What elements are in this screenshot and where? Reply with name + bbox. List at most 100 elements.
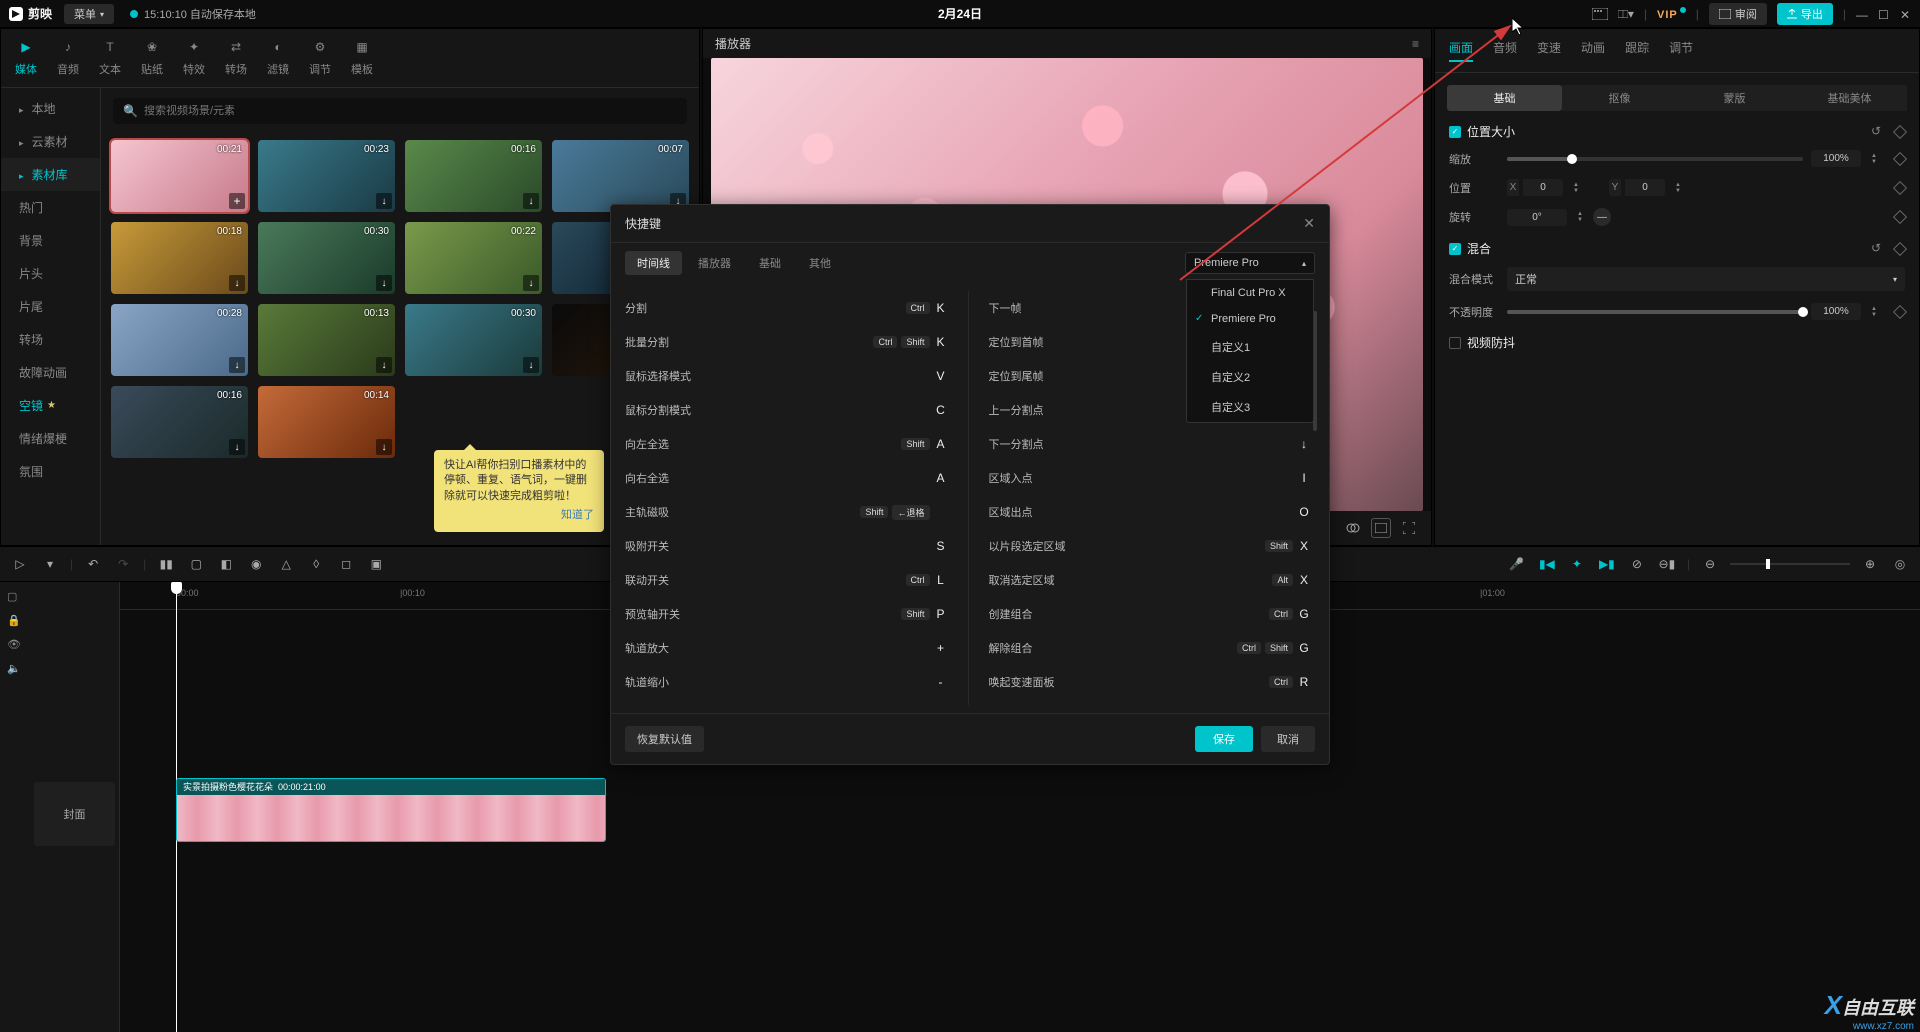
keyframe-icon[interactable] [1893, 124, 1907, 138]
thumbnail-9[interactable]: 00:13↓ [258, 304, 395, 376]
thumbnail-0[interactable]: 00:21+ [111, 140, 248, 212]
cancel-button[interactable]: 取消 [1261, 726, 1315, 752]
crop-icon[interactable]: ◻ [336, 554, 356, 574]
download-icon[interactable]: ↓ [376, 275, 392, 291]
media-tab-3[interactable]: ❀贴纸 [141, 37, 163, 77]
media-tab-5[interactable]: ⇄转场 [225, 37, 247, 77]
zoom-in-icon[interactable]: ⊕ [1860, 554, 1880, 574]
thumbnail-5[interactable]: 00:30↓ [258, 222, 395, 294]
preset-option-2[interactable]: 自定义1 [1187, 332, 1313, 362]
download-icon[interactable]: ↓ [523, 357, 539, 373]
media-tab-6[interactable]: ◐滤镜 [267, 37, 289, 77]
shortcut-row[interactable]: 区域出点O [989, 495, 1312, 529]
thumbnail-13[interactable]: 00:14↓ [258, 386, 395, 458]
sidebar-item-1[interactable]: 云素材 [1, 125, 100, 158]
shortcut-row[interactable]: 批量分割CtrlShiftK [625, 325, 948, 359]
search-box[interactable]: 🔍 [113, 98, 687, 124]
modal-tab-3[interactable]: 其他 [797, 251, 843, 275]
compare-icon[interactable] [1343, 518, 1363, 538]
speed-icon[interactable]: ◉ [246, 554, 266, 574]
video-clip[interactable]: 实景拍摄粉色樱花花朵 00:00:21:00 [176, 778, 606, 842]
prop-subtab-0[interactable]: 基础 [1447, 85, 1562, 111]
maximize-icon[interactable]: ☐ [1878, 8, 1890, 20]
minimize-icon[interactable]: — [1856, 8, 1868, 20]
magnet-main-icon[interactable]: ▮◀ [1537, 554, 1557, 574]
keyframe-icon[interactable] [1893, 210, 1907, 224]
sidebar-item-11[interactable]: 氛围 [1, 455, 100, 488]
shortcut-row[interactable]: 轨道缩小- [625, 665, 948, 699]
blend-mode-select[interactable]: 正常▾ [1507, 267, 1905, 291]
mic-icon[interactable]: 🎤 [1507, 554, 1527, 574]
scale-slider[interactable] [1507, 157, 1803, 161]
crop-left-icon[interactable]: ◧ [216, 554, 236, 574]
thumbnail-6[interactable]: 00:22↓ [405, 222, 542, 294]
save-button[interactable]: 保存 [1195, 726, 1253, 752]
preset-select[interactable]: Premiere Pro ▴ Final Cut Pro XPremiere P… [1185, 252, 1315, 274]
preview-axis-icon[interactable]: ⊖▮ [1657, 554, 1677, 574]
media-tab-2[interactable]: T文本 [99, 37, 121, 77]
zoom-slider[interactable] [1730, 563, 1850, 565]
eye-icon[interactable]: 👁 [7, 638, 23, 654]
scale-stepper[interactable]: ▲▼ [1869, 153, 1879, 165]
prop-subtab-1[interactable]: 抠像 [1562, 85, 1677, 111]
ratio-icon[interactable] [1371, 518, 1391, 538]
mirror-icon[interactable]: ◊ [306, 554, 326, 574]
preset-option-1[interactable]: Premiere Pro [1187, 306, 1313, 332]
sidebar-item-0[interactable]: 本地 [1, 92, 100, 125]
x-stepper[interactable]: ▲▼ [1571, 182, 1581, 194]
export-button[interactable]: 导出 [1777, 3, 1833, 25]
shortcut-row[interactable]: 轨道放大+ [625, 631, 948, 665]
shortcut-row[interactable]: 主轨磁吸Shift←退格 [625, 495, 948, 529]
sidebar-item-6[interactable]: 片尾 [1, 290, 100, 323]
delete-icon[interactable]: ▢ [186, 554, 206, 574]
rotate-stepper[interactable]: ▲▼ [1575, 211, 1585, 223]
keyframe-icon[interactable] [1893, 180, 1907, 194]
y-stepper[interactable]: ▲▼ [1673, 182, 1683, 194]
player-menu-icon[interactable]: ≡ [1412, 37, 1419, 51]
shortcut-row[interactable]: 区域入点I [989, 461, 1312, 495]
keyframe-icon[interactable] [1893, 241, 1907, 255]
pos-size-checkbox[interactable]: ✓ [1449, 126, 1461, 138]
prop-tab-0[interactable]: 画面 [1449, 39, 1473, 62]
opacity-stepper[interactable]: ▲▼ [1869, 306, 1879, 318]
rotate-value[interactable]: 0° [1507, 209, 1567, 226]
link-icon[interactable]: ⊘ [1627, 554, 1647, 574]
shortcuts-icon[interactable] [1592, 7, 1608, 21]
shortcut-row[interactable]: 下一分割点↓ [989, 427, 1312, 461]
modal-tab-2[interactable]: 基础 [747, 251, 793, 275]
prop-tab-1[interactable]: 音频 [1493, 39, 1517, 62]
shortcut-row[interactable]: 联动开关CtrlL [625, 563, 948, 597]
shortcut-row[interactable]: 向右全选A [625, 461, 948, 495]
download-icon[interactable]: ↓ [229, 357, 245, 373]
media-tab-8[interactable]: ▦模板 [351, 37, 373, 77]
preset-option-4[interactable]: 自定义3 [1187, 392, 1313, 422]
shortcut-row[interactable]: 唤起变速面板CtrlR [989, 665, 1312, 699]
prop-tab-4[interactable]: 跟踪 [1625, 39, 1649, 62]
download-icon[interactable]: ↓ [229, 439, 245, 455]
media-tab-7[interactable]: ⚙调节 [309, 37, 331, 77]
keyframe-icon[interactable] [1893, 304, 1907, 318]
reset-icon[interactable]: ↺ [1871, 241, 1887, 257]
download-icon[interactable]: ↓ [229, 275, 245, 291]
download-icon[interactable]: ↓ [523, 193, 539, 209]
shortcut-row[interactable]: 分割CtrlK [625, 291, 948, 325]
prop-subtab-3[interactable]: 基础美体 [1792, 85, 1907, 111]
sidebar-item-9[interactable]: 空镜 ★ [1, 389, 100, 422]
tool-dropdown-icon[interactable]: ▾ [40, 554, 60, 574]
sidebar-item-3[interactable]: 热门 [1, 191, 100, 224]
add-icon[interactable]: + [229, 193, 245, 209]
antishake-checkbox[interactable] [1449, 337, 1461, 349]
sidebar-item-5[interactable]: 片头 [1, 257, 100, 290]
reverse-icon[interactable]: △ [276, 554, 296, 574]
media-tab-1[interactable]: ♪音频 [57, 37, 79, 77]
shortcut-row[interactable]: 鼠标选择模式V [625, 359, 948, 393]
thumbnail-3[interactable]: 00:07↓ [552, 140, 689, 212]
prop-tab-5[interactable]: 调节 [1669, 39, 1693, 62]
sidebar-item-10[interactable]: 情绪爆梗 [1, 422, 100, 455]
thumbnail-10[interactable]: 00:30↓ [405, 304, 542, 376]
blend-checkbox[interactable]: ✓ [1449, 243, 1461, 255]
media-tab-0[interactable]: ▶媒体 [15, 37, 37, 77]
cover-button[interactable]: 封面 [34, 782, 115, 846]
project-title[interactable]: 2月24日 [938, 5, 982, 22]
vip-badge[interactable]: VIP [1657, 7, 1686, 21]
